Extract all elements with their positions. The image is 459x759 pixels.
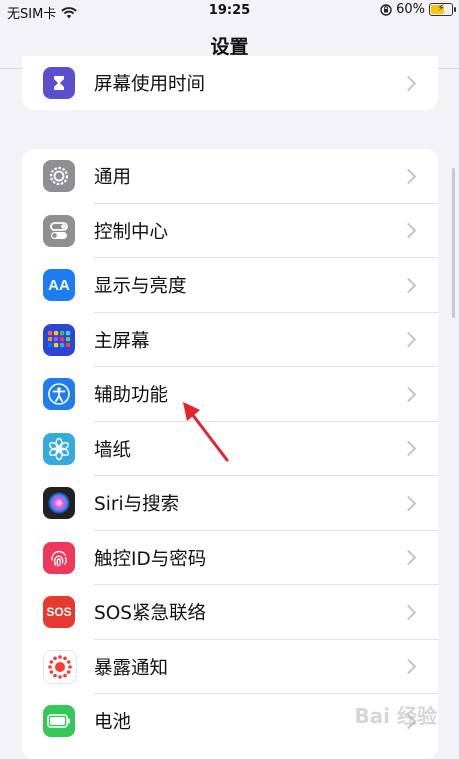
accessibility-icon <box>43 378 75 411</box>
settings-row-display[interactable]: AA 显示与亮度 <box>22 258 438 313</box>
settings-row-label: 主屏幕 <box>94 330 150 352</box>
chevron-right-icon <box>400 277 417 294</box>
chevron-right-icon <box>400 386 417 403</box>
battery-icon <box>43 705 75 738</box>
toggles-icon <box>43 214 75 247</box>
scroll-indicator[interactable] <box>452 168 455 318</box>
settings-row-exposure[interactable]: 暴露通知 <box>22 640 438 694</box>
settings-row-label: Siri与搜索 <box>94 494 180 516</box>
settings-row-label: SOS紧急联络 <box>94 603 207 625</box>
settings-row-label: 暴露通知 <box>94 657 169 679</box>
flower-icon <box>43 432 75 465</box>
chevron-right-icon <box>400 549 417 566</box>
settings-row-touch-id[interactable]: 触控ID与密码 <box>22 531 438 585</box>
settings-row-label: 屏幕使用时间 <box>94 74 206 96</box>
settings-row-label: 墙纸 <box>94 439 132 461</box>
settings-row-label: 显示与亮度 <box>94 276 187 298</box>
hourglass-icon <box>43 67 75 100</box>
status-bar: 无SIM卡 19:25 60% ⚡ <box>0 0 459 22</box>
settings-row-control-center[interactable]: 控制中心 <box>22 204 438 258</box>
battery-percent: 60% <box>396 2 425 17</box>
chevron-right-icon <box>400 495 417 512</box>
annotation-arrow-icon <box>183 402 229 462</box>
chevron-right-icon <box>400 440 417 457</box>
battery-indicator-icon: ⚡ <box>429 3 456 16</box>
siri-icon <box>43 487 75 520</box>
gear-icon <box>43 160 75 193</box>
settings-row-home-screen[interactable]: 主屏幕 <box>22 313 438 367</box>
charging-bolt-icon: ⚡ <box>437 3 445 14</box>
settings-row-label: 电池 <box>94 712 132 734</box>
settings-row-sos[interactable]: SOS SOS紧急联络 <box>22 585 438 640</box>
chevron-right-icon <box>400 658 417 675</box>
settings-row-screen-time[interactable]: 屏幕使用时间 <box>22 56 438 110</box>
sos-icon: SOS <box>43 596 75 629</box>
aa-icon: AA <box>43 269 75 302</box>
settings-row-siri[interactable]: Siri与搜索 <box>22 476 438 531</box>
settings-row-label: 辅助功能 <box>94 385 169 407</box>
chevron-right-icon <box>400 222 417 239</box>
fingerprint-icon <box>43 541 75 574</box>
grid-icon <box>43 323 75 356</box>
settings-group-top: 屏幕使用时间 <box>22 56 438 110</box>
settings-row-label: 控制中心 <box>94 221 169 243</box>
settings-row-general[interactable]: 通用 <box>22 149 438 204</box>
page-title: 设置 <box>210 36 249 58</box>
chevron-right-icon <box>400 604 417 621</box>
chevron-right-icon <box>400 168 417 185</box>
chevron-right-icon <box>400 75 417 92</box>
settings-row-label: 触控ID与密码 <box>94 548 207 570</box>
chevron-right-icon <box>400 331 417 348</box>
settings-row-label: 通用 <box>94 167 132 189</box>
watermark: Bai 经验 <box>354 704 437 728</box>
status-right: 60% ⚡ <box>380 2 456 17</box>
orientation-lock-icon <box>380 3 392 16</box>
exposure-icon <box>43 649 77 684</box>
